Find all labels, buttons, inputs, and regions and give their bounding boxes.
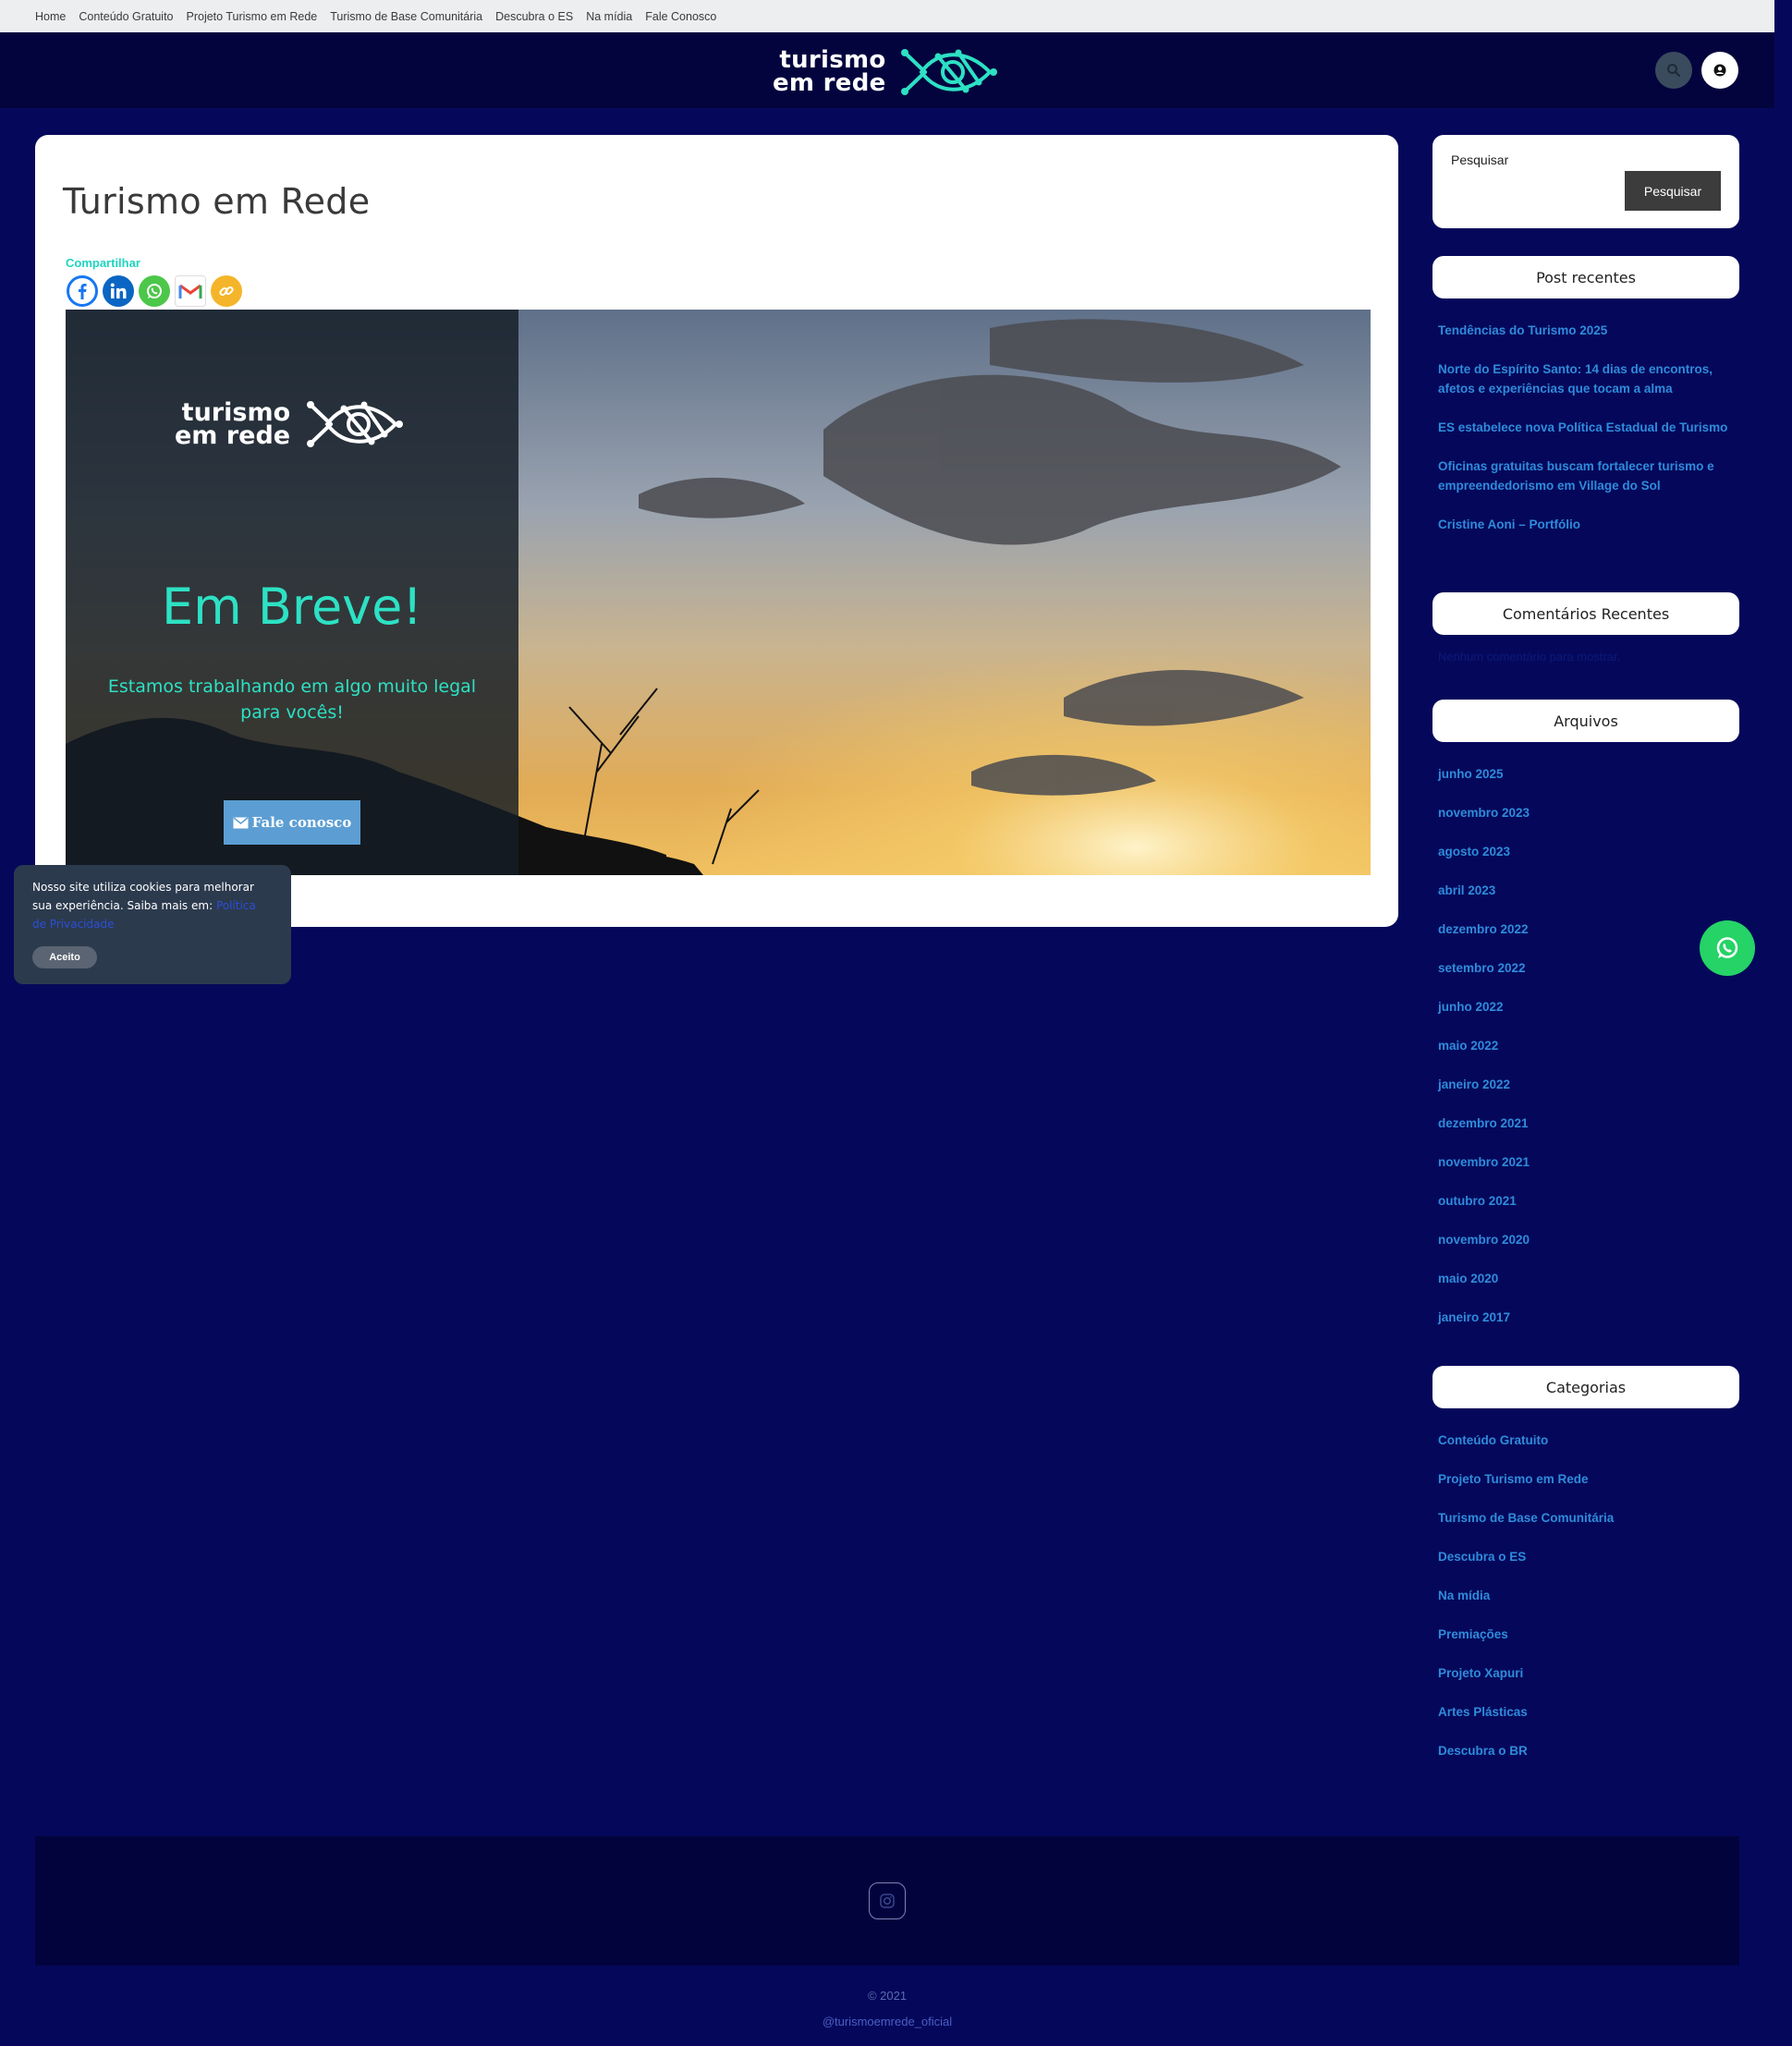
facebook-icon[interactable] — [67, 275, 98, 307]
hero-logo: turismo em rede — [175, 397, 405, 451]
header-user-button[interactable] — [1701, 52, 1738, 89]
nav-home[interactable]: Home — [35, 10, 66, 23]
archive-link[interactable]: maio 2022 — [1438, 1036, 1743, 1055]
header-search-button[interactable] — [1655, 52, 1692, 89]
recent-post-link[interactable]: Cristine Aoni – Portfólio — [1438, 515, 1743, 534]
envelope-icon — [233, 816, 249, 828]
recent-comments-title: Comentários Recentes — [1432, 592, 1739, 635]
gmail-icon[interactable] — [175, 275, 206, 307]
coming-soon-subtitle: Estamos trabalhando em algo muito legal … — [107, 676, 477, 723]
categories-list: Conteúdo Gratuito Projeto Turismo em Rede… — [1438, 1431, 1743, 1780]
hero-logo-wordmark: turismo em rede — [175, 398, 291, 450]
archive-link[interactable]: dezembro 2022 — [1438, 919, 1743, 939]
whatsapp-float-button[interactable] — [1700, 920, 1755, 976]
user-icon — [1713, 64, 1726, 77]
recent-post-link[interactable]: ES estabelece nova Política Estadual de … — [1438, 418, 1743, 437]
contact-us-button[interactable]: Fale conosco — [224, 800, 360, 845]
search-submit-button[interactable]: Pesquisar — [1625, 171, 1721, 211]
hero-banner: turismo em rede Em Breve! Estamos trabal… — [66, 310, 1371, 875]
sidebar-search-widget: Pesquisar Pesquisar — [1432, 135, 1739, 228]
nav-fale-conosco[interactable]: Fale Conosco — [645, 10, 716, 23]
archive-link[interactable]: setembro 2022 — [1438, 958, 1743, 978]
category-link[interactable]: Turismo de Base Comunitária — [1438, 1508, 1743, 1528]
site-footer — [35, 1836, 1739, 1966]
page-title: Turismo em Rede — [63, 181, 371, 222]
category-link[interactable]: Descubra o ES — [1438, 1547, 1743, 1566]
main-content-card: Turismo em Rede Compartilhar turismo em … — [35, 135, 1398, 927]
share-label: Compartilhar — [66, 256, 140, 270]
share-buttons — [67, 275, 242, 307]
coming-soon-panel: turismo em rede Em Breve! Estamos trabal… — [66, 310, 518, 875]
coming-soon-title: Em Breve! — [162, 578, 422, 636]
nav-turismo-base-comunitaria[interactable]: Turismo de Base Comunitária — [330, 10, 482, 23]
logo-wordmark: turismo em rede — [773, 46, 886, 97]
linkedin-icon[interactable] — [103, 275, 134, 307]
recent-comments-text: Nenhum comentário para mostrar. — [1438, 650, 1621, 664]
recent-posts-list: Tendências do Turismo 2025 Norte do Espí… — [1438, 321, 1743, 534]
copyright: © 2021 — [867, 1989, 908, 2003]
category-link[interactable]: Descubra o BR — [1438, 1741, 1743, 1760]
category-link[interactable]: Premiações — [1438, 1625, 1743, 1644]
recent-post-link[interactable]: Oficinas gratuitas buscam fortalecer tur… — [1438, 457, 1743, 495]
whatsapp-icon — [1716, 937, 1738, 958]
archive-link[interactable]: novembro 2021 — [1438, 1152, 1743, 1172]
archive-link[interactable]: agosto 2023 — [1438, 842, 1743, 861]
instagram-icon[interactable] — [869, 1882, 906, 1919]
page-edge — [1774, 0, 1792, 2046]
site-header: turismo em rede — [0, 32, 1774, 108]
top-navigation: Home Conteúdo Gratuito Projeto Turismo e… — [0, 0, 1774, 32]
cookie-notice: Nosso site utiliza cookies para melhorar… — [14, 865, 291, 984]
hero-logo-network-eye-icon — [307, 401, 404, 447]
site-logo[interactable]: turismo em rede — [773, 45, 999, 99]
archive-link[interactable]: novembro 2020 — [1438, 1230, 1743, 1249]
archive-link[interactable]: janeiro 2017 — [1438, 1308, 1743, 1327]
recent-posts-title: Post recentes — [1432, 256, 1739, 298]
category-link[interactable]: Conteúdo Gratuito — [1438, 1431, 1743, 1450]
archive-link[interactable]: junho 2025 — [1438, 764, 1743, 784]
archive-link[interactable]: novembro 2023 — [1438, 803, 1743, 822]
nav-conteudo-gratuito[interactable]: Conteúdo Gratuito — [79, 10, 173, 23]
archive-link[interactable]: janeiro 2022 — [1438, 1075, 1743, 1094]
instagram-handle-link[interactable]: @turismoemrede_oficial — [0, 2015, 1774, 2028]
archive-link[interactable]: abril 2023 — [1438, 881, 1743, 900]
cookie-text: Nosso site utiliza cookies para melhorar… — [32, 881, 256, 931]
category-link[interactable]: Projeto Turismo em Rede — [1438, 1469, 1743, 1489]
archive-link[interactable]: outubro 2021 — [1438, 1191, 1743, 1211]
search-icon — [1667, 64, 1681, 78]
category-link[interactable]: Na mídia — [1438, 1586, 1743, 1605]
categories-title: Categorias — [1432, 1366, 1739, 1408]
cookie-accept-button[interactable]: Aceito — [32, 946, 97, 968]
whatsapp-icon[interactable] — [139, 275, 170, 307]
logo-network-eye-icon — [900, 49, 997, 95]
nav-descubra-es[interactable]: Descubra o ES — [495, 10, 573, 23]
copy-link-icon[interactable] — [211, 275, 242, 307]
archives-list: junho 2025 novembro 2023 agosto 2023 abril … — [1438, 764, 1743, 1346]
recent-post-link[interactable]: Tendências do Turismo 2025 — [1438, 321, 1743, 340]
category-link[interactable]: Artes Plásticas — [1438, 1702, 1743, 1722]
recent-post-link[interactable]: Norte do Espírito Santo: 14 dias de enco… — [1438, 359, 1743, 398]
archive-link[interactable]: maio 2020 — [1438, 1269, 1743, 1288]
archives-title: Arquivos — [1432, 700, 1739, 742]
nav-projeto-turismo-em-rede[interactable]: Projeto Turismo em Rede — [187, 10, 318, 23]
archive-link[interactable]: dezembro 2021 — [1438, 1114, 1743, 1133]
nav-na-midia[interactable]: Na mídia — [586, 10, 632, 23]
archive-link[interactable]: junho 2022 — [1438, 997, 1743, 1017]
search-label: Pesquisar — [1451, 152, 1509, 167]
category-link[interactable]: Projeto Xapuri — [1438, 1663, 1743, 1683]
